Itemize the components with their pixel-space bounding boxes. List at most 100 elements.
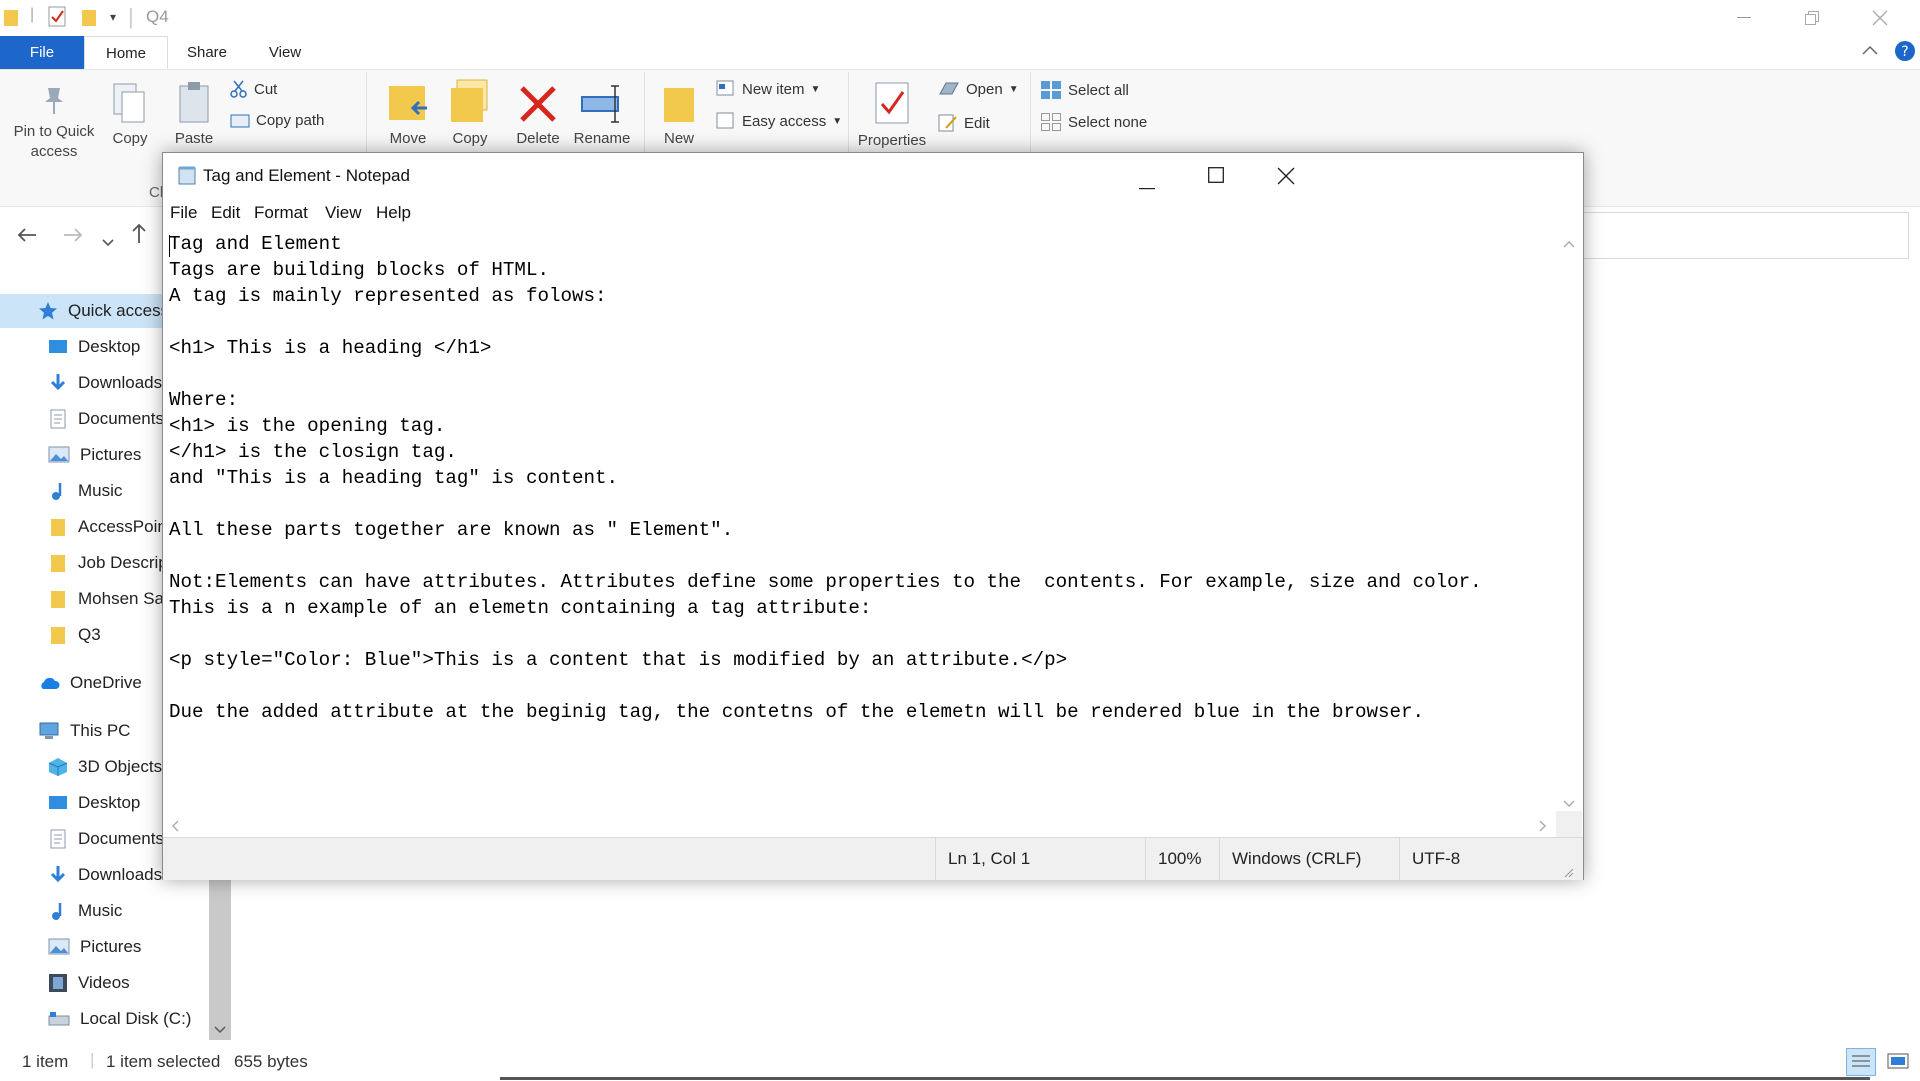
select-none-icon: [1041, 113, 1061, 131]
maximize-icon[interactable]: [1208, 167, 1224, 188]
window-title: Q4: [146, 7, 169, 26]
menu-help[interactable]: Help: [376, 203, 411, 223]
collapse-ribbon-icon[interactable]: [1862, 42, 1878, 60]
menu-view[interactable]: View: [325, 203, 362, 223]
delete-label: Delete: [516, 130, 560, 147]
qat-dropdown-icon[interactable]: ▾: [110, 10, 116, 24]
restore-icon[interactable]: [1778, 0, 1846, 36]
edit-button[interactable]: Edit: [938, 114, 990, 132]
easy-access-button[interactable]: Easy access ▼: [716, 112, 842, 130]
tab-home[interactable]: Home: [84, 36, 168, 69]
sidebar-item-pictures[interactable]: Pictures: [48, 438, 141, 472]
vertical-scrollbar[interactable]: [1556, 227, 1582, 811]
properties-qat-icon[interactable]: [48, 6, 68, 33]
delete-icon: [520, 86, 556, 122]
sidebar-item-downloads-pc[interactable]: Downloads: [48, 858, 162, 892]
sidebar-item-this-pc[interactable]: This PC: [38, 714, 130, 748]
sidebar-item-label: Pictures: [80, 937, 142, 956]
menu-edit[interactable]: Edit: [211, 203, 240, 223]
scroll-right-icon[interactable]: [1539, 819, 1547, 837]
forward-arrow-icon[interactable]: [62, 224, 84, 250]
easy-access-label: Easy access: [742, 112, 827, 130]
new-folder-icon: [664, 88, 694, 122]
scroll-down-icon[interactable]: [214, 1022, 226, 1040]
sidebar-item-label: Mohsen Sa: [78, 589, 164, 608]
text-line: All these parts together are known as " …: [169, 519, 734, 541]
sidebar-item-onedrive[interactable]: OneDrive: [38, 666, 142, 700]
pin-to-quick-access-button[interactable]: Pin to Quick access: [8, 84, 100, 162]
close-icon[interactable]: [1846, 0, 1914, 36]
sidebar-item-videos[interactable]: Videos: [48, 966, 130, 1000]
scroll-left-icon[interactable]: [171, 819, 179, 837]
sidebar-item-music-pc[interactable]: Music: [48, 894, 122, 928]
up-arrow-icon[interactable]: [130, 222, 148, 250]
minimize-icon[interactable]: [1710, 0, 1778, 36]
new-item-button[interactable]: New item ▼: [716, 80, 820, 98]
tab-file[interactable]: File: [0, 36, 84, 69]
search-box[interactable]: [1580, 212, 1909, 259]
cursor-position: Ln 1, Col 1: [935, 838, 1144, 880]
line-ending: Windows (CRLF): [1219, 838, 1372, 880]
copy-to-button[interactable]: Copy: [444, 78, 496, 147]
delete-button[interactable]: Delete: [512, 84, 564, 147]
sidebar-item-music[interactable]: Music: [48, 474, 122, 508]
sidebar-item-desktop-pc[interactable]: Desktop: [48, 786, 140, 820]
sidebar-item-3d-objects[interactable]: 3D Objects: [48, 750, 162, 784]
open-button[interactable]: Open ▼: [938, 80, 1019, 98]
tab-share[interactable]: Share: [172, 36, 242, 69]
copy-path-button[interactable]: Copy path: [230, 112, 324, 129]
sidebar-item-label: Music: [78, 481, 123, 500]
folder-icon: [51, 627, 65, 644]
copy-icon: [113, 83, 145, 123]
encoding: UTF-8: [1399, 838, 1552, 880]
sidebar-item-label: AccessPoint: [78, 517, 172, 536]
select-all-button[interactable]: Select all: [1040, 80, 1129, 100]
back-arrow-icon[interactable]: [16, 224, 38, 250]
film-icon: [49, 974, 67, 992]
text-line: Where:: [169, 389, 239, 411]
ribbon-separator-3: [848, 72, 849, 154]
sidebar-scrollbar-thumb[interactable]: [209, 880, 231, 1040]
resize-grip-icon[interactable]: [1563, 864, 1575, 884]
star-icon: [39, 302, 57, 320]
scissors-icon: [230, 80, 247, 98]
help-icon[interactable]: ?: [1894, 40, 1916, 67]
folder-icon: [51, 555, 65, 572]
properties-button[interactable]: Properties: [856, 80, 928, 149]
sidebar-item-desktop[interactable]: Desktop: [48, 330, 140, 364]
sidebar-item-label: Documents: [78, 829, 164, 848]
music-note-icon: [52, 483, 62, 500]
sidebar-item-mohsen[interactable]: Mohsen Sa: [48, 582, 164, 616]
cut-button[interactable]: Cut: [230, 80, 277, 98]
status-separator: |: [90, 1050, 95, 1069]
menu-format[interactable]: Format: [254, 203, 308, 223]
scroll-up-icon[interactable]: [1563, 235, 1575, 253]
sidebar-item-accesspoint[interactable]: AccessPoint: [48, 510, 172, 544]
sidebar-item-pictures-pc[interactable]: Pictures: [48, 930, 141, 964]
sidebar-item-documents-pc[interactable]: Documents: [48, 822, 164, 856]
rename-icon: [581, 85, 619, 123]
large-icons-view-icon[interactable]: [1884, 1048, 1912, 1081]
sidebar-item-downloads[interactable]: Downloads: [48, 366, 162, 400]
new-folder-qat-icon[interactable]: [80, 6, 100, 33]
horizontal-scrollbar[interactable]: [163, 811, 1556, 837]
copy-button[interactable]: Copy: [106, 82, 154, 147]
select-none-button[interactable]: Select none: [1040, 112, 1147, 132]
open-label: Open: [966, 80, 1003, 98]
pictures-icon: [48, 446, 70, 463]
paste-button[interactable]: Paste: [170, 82, 218, 147]
sidebar-item-q3[interactable]: Q3: [48, 618, 101, 652]
copy-to-label: Copy: [452, 130, 488, 147]
sidebar-item-local-disk[interactable]: Local Disk (C:): [48, 1002, 191, 1036]
menu-file[interactable]: File: [170, 203, 197, 223]
text-editor-area[interactable]: Tag and Element Tags are building blocks…: [163, 227, 1556, 811]
tab-view[interactable]: View: [250, 36, 320, 69]
new-folder-button[interactable]: New: [656, 84, 702, 147]
rename-button[interactable]: Rename: [572, 84, 632, 147]
sidebar-item-documents[interactable]: Documents: [48, 402, 164, 436]
recent-locations-icon[interactable]: [102, 228, 114, 254]
close-icon[interactable]: [1277, 167, 1295, 190]
minimize-icon[interactable]: [1139, 175, 1155, 195]
copy-label: Copy: [112, 130, 148, 147]
move-to-button[interactable]: Move: [382, 80, 434, 147]
